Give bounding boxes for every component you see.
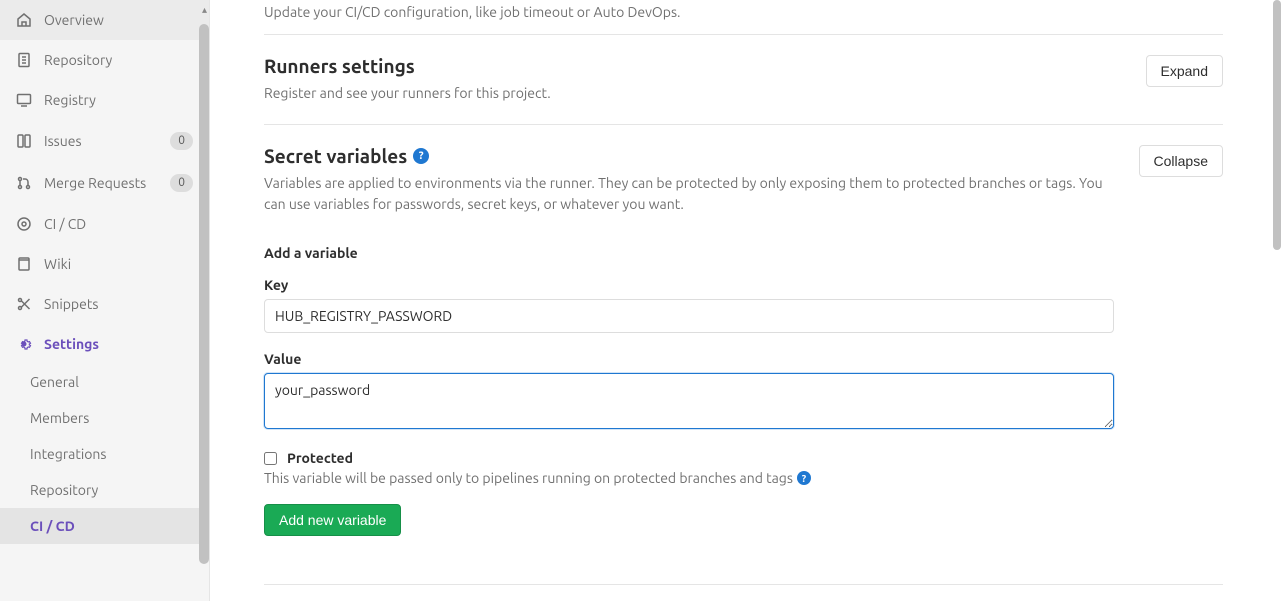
gear-icon [16, 336, 32, 352]
main-scroll-thumb[interactable] [1273, 0, 1281, 250]
scissors-icon [16, 296, 32, 312]
merge-badge: 0 [170, 174, 193, 192]
issues-icon [16, 133, 32, 149]
sidebar-item-label: Merge Requests [44, 175, 170, 191]
subitem-integrations[interactable]: Integrations [0, 436, 209, 472]
collapse-secret-button[interactable]: Collapse [1139, 145, 1223, 177]
issues-badge: 0 [170, 132, 193, 150]
sidebar-item-label: Repository [44, 52, 193, 68]
sidebar-item-registry[interactable]: Registry [0, 80, 209, 120]
protected-checkbox[interactable] [264, 452, 277, 465]
section-secret-variables: Secret variables ? Variables are applied… [264, 125, 1223, 556]
value-label: Value [264, 351, 1223, 367]
sidebar-item-settings[interactable]: Settings [0, 324, 209, 364]
secret-variables-title: Secret variables ? [264, 145, 1119, 167]
sidebar-item-overview[interactable]: Overview [0, 0, 209, 40]
secret-variables-desc: Variables are applied to environments vi… [264, 173, 1119, 215]
sidebar-item-label: Overview [44, 12, 193, 28]
book-icon [16, 256, 32, 272]
general-pipelines-desc: Update your CI/CD configuration, like jo… [264, 0, 1223, 34]
subitem-members[interactable]: Members [0, 400, 209, 436]
expand-runners-button[interactable]: Expand [1146, 55, 1223, 87]
home-icon [16, 12, 32, 28]
add-variable-heading: Add a variable [264, 245, 1223, 261]
file-icon [16, 52, 32, 68]
main-scrollbar[interactable] [1273, 0, 1281, 601]
sidebar-scrollbar[interactable]: ▴ [197, 0, 209, 601]
sidebar-item-label: CI / CD [44, 216, 193, 232]
sidebar-item-label: Registry [44, 92, 193, 108]
subitem-repository[interactable]: Repository [0, 472, 209, 508]
subitem-cicd[interactable]: CI / CD [0, 508, 209, 544]
sidebar-item-merge-requests[interactable]: Merge Requests 0 [0, 162, 209, 204]
sidebar-item-label: Issues [44, 133, 170, 149]
sidebar-scroll-thumb[interactable] [199, 24, 209, 564]
merge-icon [16, 175, 32, 191]
sidebar-item-issues[interactable]: Issues 0 [0, 120, 209, 162]
sidebar-item-label: Settings [44, 336, 193, 352]
runners-desc: Register and see your runners for this p… [264, 83, 1126, 104]
key-input[interactable] [264, 299, 1114, 333]
settings-subitems: General Members Integrations Repository … [0, 364, 209, 544]
protected-hint: This variable will be passed only to pip… [264, 470, 793, 486]
runners-title: Runners settings [264, 55, 1126, 77]
sidebar-item-wiki[interactable]: Wiki [0, 244, 209, 284]
monitor-icon [16, 92, 32, 108]
subitem-general[interactable]: General [0, 364, 209, 400]
sidebar: ▴ Overview Repository Registry Iss [0, 0, 210, 601]
help-icon[interactable]: ? [797, 471, 811, 485]
sidebar-item-repository[interactable]: Repository [0, 40, 209, 80]
rocket-icon [16, 216, 32, 232]
section-runners: Runners settings Register and see your r… [264, 35, 1223, 125]
sidebar-item-label: Wiki [44, 256, 193, 272]
add-variable-form: Add a variable Key Value Protected This … [264, 245, 1223, 536]
key-label: Key [264, 277, 1223, 293]
sidebar-item-snippets[interactable]: Snippets [0, 284, 209, 324]
protected-label: Protected [287, 450, 353, 466]
main-content: Update your CI/CD configuration, like jo… [210, 0, 1283, 601]
add-new-variable-button[interactable]: Add new variable [264, 504, 401, 536]
help-icon[interactable]: ? [413, 148, 429, 164]
sidebar-item-cicd[interactable]: CI / CD [0, 204, 209, 244]
sidebar-item-label: Snippets [44, 296, 193, 312]
scroll-up-icon: ▴ [202, 4, 207, 16]
secret-variables-title-text: Secret variables [264, 145, 407, 167]
value-textarea[interactable] [264, 373, 1114, 429]
